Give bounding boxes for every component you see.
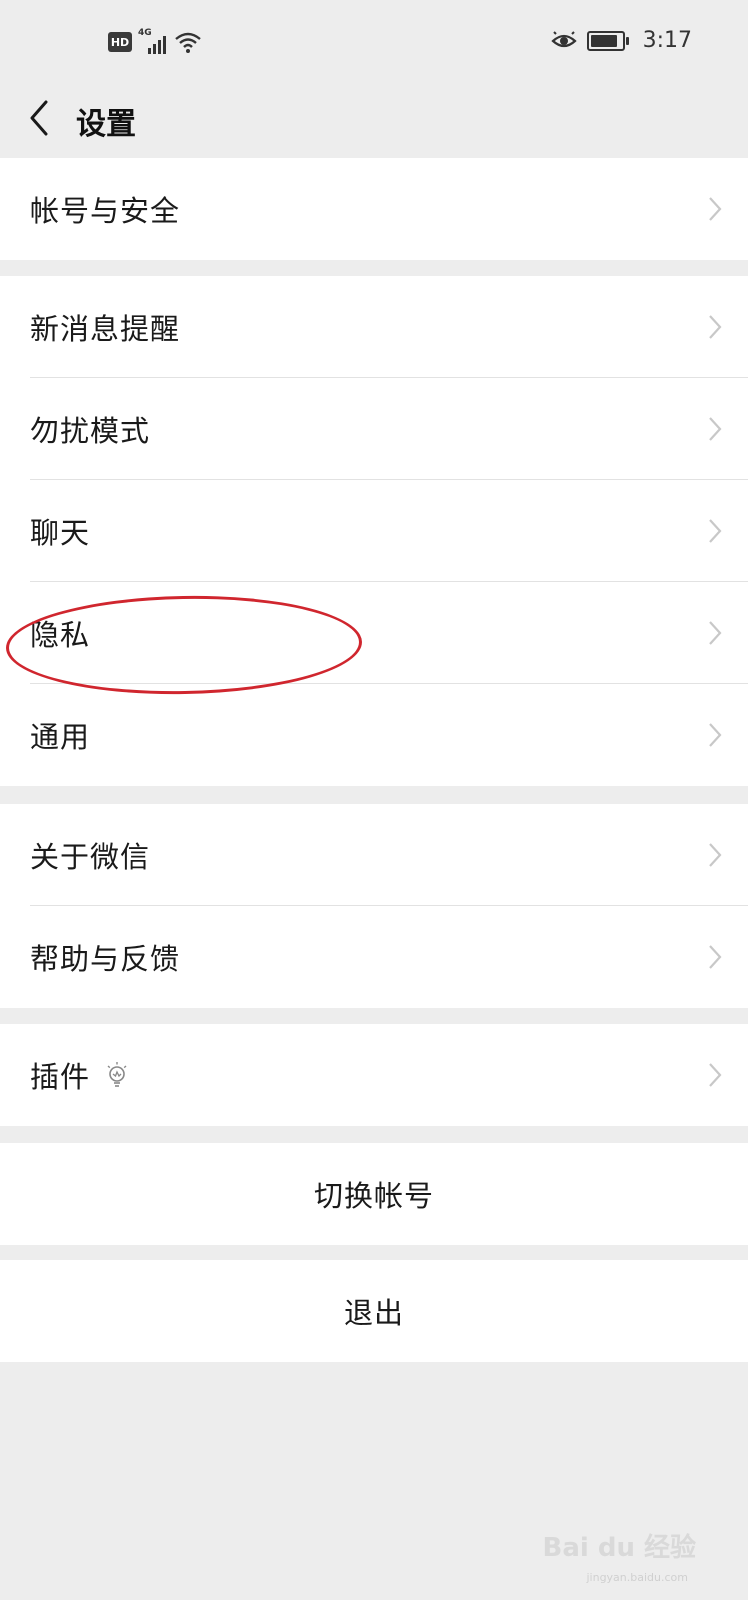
chevron-right-icon <box>709 197 722 221</box>
settings-group-about: 关于微信 帮助与反馈 <box>0 804 748 1008</box>
switch-account-group: 切换帐号 <box>0 1143 748 1245</box>
lightbulb-icon <box>107 1062 127 1087</box>
chevron-right-icon <box>709 1063 722 1087</box>
page-title: 设置 <box>76 107 136 142</box>
settings-item-plugins[interactable]: 插件 <box>0 1024 748 1126</box>
chevron-left-icon[interactable] <box>22 98 62 138</box>
hd-badge: HD <box>108 32 132 52</box>
settings-item-label: 关于微信 <box>30 840 151 874</box>
settings-item-label: 新消息提醒 <box>30 312 181 346</box>
logout-group: 退出 <box>0 1260 748 1362</box>
settings-item-label: 勿扰模式 <box>30 414 151 448</box>
status-right: 3:17 <box>550 28 692 53</box>
chevron-right-icon <box>709 945 722 969</box>
chevron-right-icon <box>709 723 722 747</box>
chevron-right-icon <box>709 843 722 867</box>
switch-account-button[interactable]: 切换帐号 <box>0 1143 748 1245</box>
wifi-icon <box>175 32 201 53</box>
settings-group-plugins: 插件 <box>0 1024 748 1126</box>
settings-item-chat[interactable]: 聊天 <box>0 480 748 582</box>
settings-item-notifications[interactable]: 新消息提醒 <box>0 276 748 378</box>
settings-item-help-feedback[interactable]: 帮助与反馈 <box>0 906 748 1008</box>
status-left: HD 4G <box>108 28 202 54</box>
settings-item-label: 聊天 <box>30 516 91 550</box>
nav-bar: 设置 <box>0 84 748 158</box>
settings-group-account: 帐号与安全 <box>0 158 748 260</box>
eye-icon <box>550 30 577 47</box>
chevron-right-icon <box>709 519 722 543</box>
settings-item-label: 插件 <box>30 1060 91 1094</box>
battery-icon <box>586 30 629 51</box>
chevron-right-icon <box>709 621 722 645</box>
settings-item-label: 通用 <box>30 720 91 754</box>
status-bar: HD 4G 3:17 <box>0 0 748 84</box>
logout-button[interactable]: 退出 <box>0 1260 748 1362</box>
settings-item-label: 帮助与反馈 <box>30 942 181 976</box>
watermark-url: jingyan.baidu.com <box>586 1571 688 1584</box>
settings-group-general: 新消息提醒 勿扰模式 聊天 隐私 通用 <box>0 276 748 786</box>
signal-icon: 4G <box>138 28 168 54</box>
chevron-right-icon <box>709 417 722 441</box>
settings-item-do-not-disturb[interactable]: 勿扰模式 <box>0 378 748 480</box>
settings-item-label: 帐号与安全 <box>30 194 181 228</box>
settings-item-account-security[interactable]: 帐号与安全 <box>0 158 748 260</box>
settings-item-about-wechat[interactable]: 关于微信 <box>0 804 748 906</box>
chevron-right-icon <box>709 315 722 339</box>
watermark-logo: Bai du 经验 <box>542 1533 697 1563</box>
status-time: 3:17 <box>642 28 692 53</box>
settings-item-general[interactable]: 通用 <box>0 684 748 786</box>
